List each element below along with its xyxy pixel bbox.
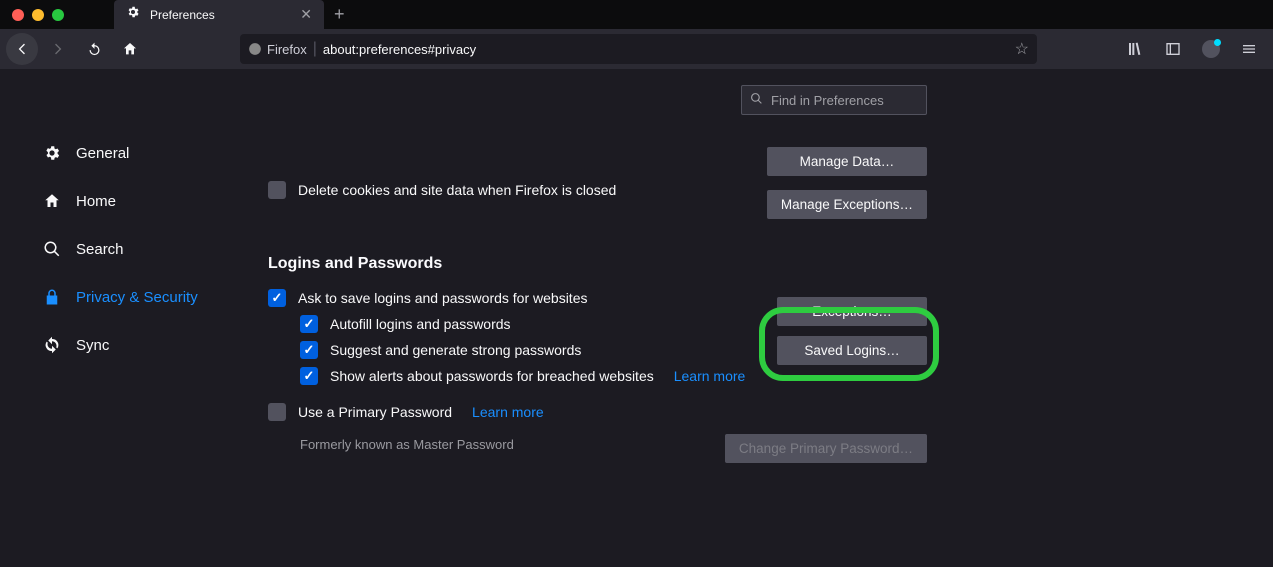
sidebar-item-label: Sync bbox=[76, 337, 109, 354]
forward-button[interactable] bbox=[42, 33, 74, 65]
suggest-password-checkbox[interactable] bbox=[300, 341, 318, 359]
sidebar-item-label: Search bbox=[76, 241, 124, 258]
sidebar-item-privacy[interactable]: Privacy & Security bbox=[0, 273, 232, 321]
library-icon[interactable] bbox=[1121, 35, 1149, 63]
learn-more-link[interactable]: Learn more bbox=[674, 368, 746, 384]
account-icon[interactable] bbox=[1197, 35, 1225, 63]
search-icon bbox=[750, 92, 763, 108]
gear-icon bbox=[42, 143, 62, 163]
gear-icon bbox=[126, 5, 140, 24]
autofill-checkbox[interactable] bbox=[300, 315, 318, 333]
url-bar[interactable]: Firefox | about:preferences#privacy ☆ bbox=[240, 34, 1037, 64]
search-icon bbox=[42, 239, 62, 259]
preferences-sidebar: General Home Search Privacy & Security S… bbox=[0, 69, 232, 567]
breach-alerts-checkbox[interactable] bbox=[300, 367, 318, 385]
site-identity[interactable]: Firefox bbox=[248, 42, 307, 57]
sidebar-item-search[interactable]: Search bbox=[0, 225, 232, 273]
close-window-button[interactable] bbox=[12, 9, 24, 21]
title-bar: Preferences ✕ + bbox=[0, 0, 1273, 29]
exceptions-button[interactable]: Exceptions… bbox=[777, 297, 927, 326]
sidebar-item-home[interactable]: Home bbox=[0, 177, 232, 225]
logins-heading: Logins and Passwords bbox=[268, 255, 932, 273]
sync-icon bbox=[42, 335, 62, 355]
home-button[interactable] bbox=[114, 33, 146, 65]
navigation-toolbar: Firefox | about:preferences#privacy ☆ bbox=[0, 29, 1273, 69]
learn-more-primary-link[interactable]: Learn more bbox=[472, 404, 544, 420]
autofill-label: Autofill logins and passwords bbox=[330, 316, 511, 332]
saved-logins-button[interactable]: Saved Logins… bbox=[777, 336, 927, 365]
breach-alerts-label: Show alerts about passwords for breached… bbox=[330, 368, 654, 384]
change-primary-password-button[interactable]: Change Primary Password… bbox=[725, 434, 927, 463]
sidebar-icon[interactable] bbox=[1159, 35, 1187, 63]
primary-password-checkbox[interactable] bbox=[268, 403, 286, 421]
reload-button[interactable] bbox=[78, 33, 110, 65]
browser-tab[interactable]: Preferences ✕ bbox=[114, 0, 324, 29]
suggest-password-label: Suggest and generate strong passwords bbox=[330, 342, 581, 358]
minimize-window-button[interactable] bbox=[32, 9, 44, 21]
lock-icon bbox=[42, 287, 62, 307]
home-icon bbox=[42, 191, 62, 211]
delete-cookies-label: Delete cookies and site data when Firefo… bbox=[298, 182, 616, 198]
primary-password-label: Use a Primary Password bbox=[298, 404, 452, 420]
manage-data-button[interactable]: Manage Data… bbox=[767, 147, 927, 176]
search-placeholder: Find in Preferences bbox=[771, 93, 884, 108]
delete-cookies-checkbox[interactable] bbox=[268, 181, 286, 199]
ask-save-label: Ask to save logins and passwords for web… bbox=[298, 290, 587, 306]
window-controls bbox=[0, 9, 64, 21]
urlbar-separator: | bbox=[313, 40, 317, 58]
firefox-icon bbox=[248, 42, 262, 56]
sidebar-item-label: Privacy & Security bbox=[76, 289, 198, 306]
ask-save-checkbox[interactable] bbox=[268, 289, 286, 307]
menu-icon[interactable] bbox=[1235, 35, 1263, 63]
sidebar-item-general[interactable]: General bbox=[0, 129, 232, 177]
back-button[interactable] bbox=[6, 33, 38, 65]
maximize-window-button[interactable] bbox=[52, 9, 64, 21]
new-tab-button[interactable]: + bbox=[334, 4, 345, 25]
manage-exceptions-button[interactable]: Manage Exceptions… bbox=[767, 190, 927, 219]
sidebar-item-label: Home bbox=[76, 193, 116, 210]
sidebar-item-sync[interactable]: Sync bbox=[0, 321, 232, 369]
preferences-content: Find in Preferences Manage Data… Manage … bbox=[232, 69, 1273, 567]
find-in-preferences[interactable]: Find in Preferences bbox=[741, 85, 927, 115]
close-tab-icon[interactable]: ✕ bbox=[300, 6, 312, 23]
bookmark-star-icon[interactable]: ☆ bbox=[1015, 39, 1029, 59]
tab-title: Preferences bbox=[150, 8, 215, 22]
url-text: about:preferences#privacy bbox=[323, 42, 476, 57]
sidebar-item-label: General bbox=[76, 145, 129, 162]
